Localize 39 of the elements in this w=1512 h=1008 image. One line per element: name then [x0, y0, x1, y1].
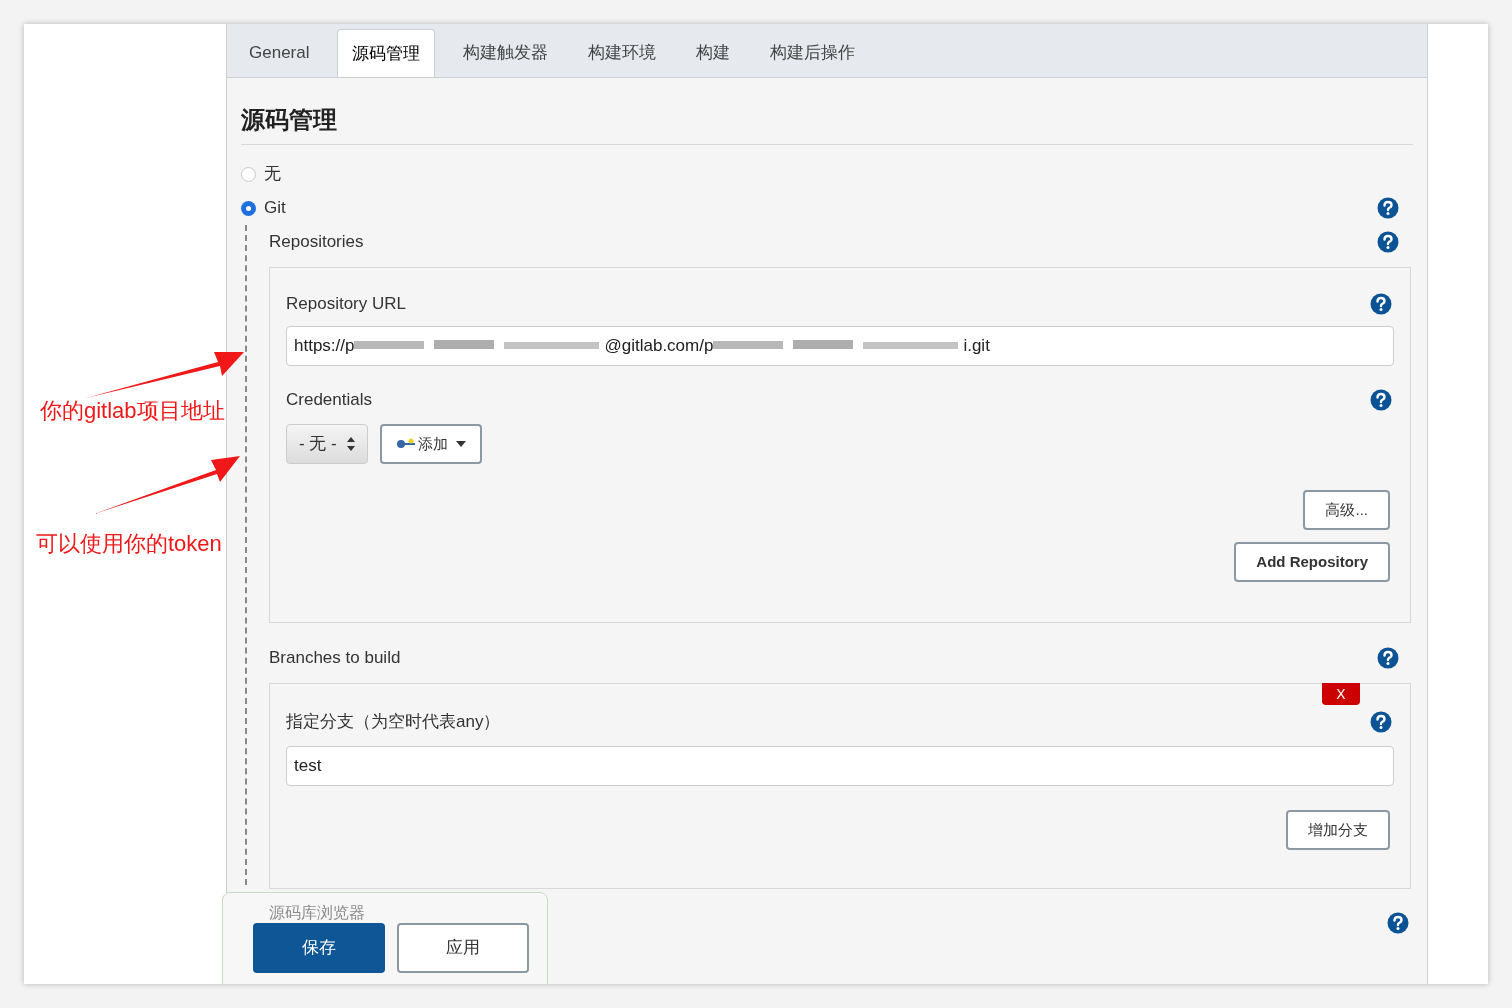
annotation-text: 你的gitlab项目地址 [40, 397, 225, 425]
field-label: Repository URL [286, 293, 406, 316]
add-button[interactable]: 添加 [379, 424, 482, 464]
radio-label: Git [264, 197, 286, 220]
tab[interactable]: 构建触发器 [443, 29, 569, 77]
key-icon [395, 438, 416, 450]
section-label: Branches to build [269, 647, 401, 670]
radio-button[interactable] [241, 166, 256, 182]
help-icon[interactable] [1370, 711, 1392, 733]
section-title: 源码管理 [241, 102, 1413, 145]
tab[interactable]: 源码管理 [337, 29, 436, 77]
help-icon[interactable] [1377, 231, 1399, 253]
tab[interactable]: General [229, 29, 330, 77]
radio-button[interactable] [241, 200, 256, 216]
tab[interactable]: 构建 [676, 29, 751, 77]
add-branch-button[interactable]: 增加分支 [1286, 810, 1390, 850]
field-label: 源码库浏览器 [269, 905, 366, 921]
help-icon[interactable] [1370, 389, 1392, 411]
save-button[interactable]: 保存 [253, 923, 385, 973]
add-repository-button[interactable]: Add Repository [1234, 542, 1390, 582]
branch-field[interactable]: test [286, 746, 1394, 786]
advanced-button[interactable]: 高级... [1303, 490, 1390, 530]
help-icon[interactable] [1387, 912, 1409, 934]
url-field[interactable]: https://p @gitlab.com/p i.git [286, 326, 1394, 366]
radio-label: 无 [264, 163, 281, 186]
sort-icon [346, 437, 355, 451]
field-label: Credentials [286, 389, 372, 412]
tab[interactable]: 构建后操作 [750, 29, 876, 77]
help-icon[interactable] [1370, 293, 1392, 315]
credentials-select[interactable]: - 无 - [286, 424, 368, 464]
help-icon[interactable] [1377, 647, 1399, 669]
section-label: Repositories [269, 231, 364, 254]
delete-button[interactable]: X [1322, 683, 1360, 705]
apply-button[interactable]: 应用 [397, 923, 529, 973]
tab[interactable]: 构建环境 [568, 29, 677, 77]
help-icon[interactable] [1377, 197, 1399, 219]
caret-icon [455, 441, 466, 447]
annotation-text: 可以使用你的token [36, 530, 222, 558]
field-label: 指定分支（为空时代表any） [286, 711, 501, 734]
